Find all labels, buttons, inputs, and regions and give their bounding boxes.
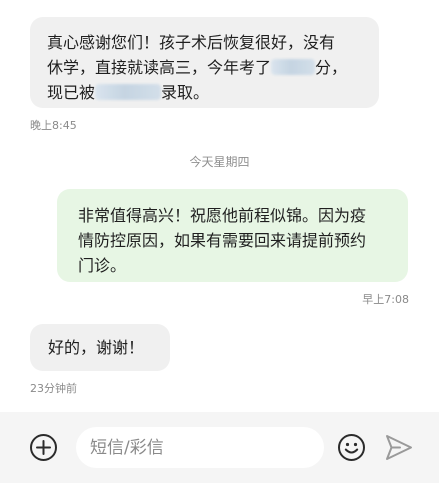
message-line: 非常值得高兴！祝愿他前程似锦。因为疫 — [78, 206, 367, 225]
redacted-school-blur — [95, 84, 162, 100]
date-separator: 今天星期四 — [189, 155, 250, 169]
message-text: 现已被 — [47, 83, 96, 102]
message-composer — [0, 412, 439, 483]
send-arrow-icon[interactable] — [384, 433, 414, 462]
received-message-bubble[interactable]: 真心感谢您们！孩子术后恢复很好，没有 休学，直接就读高三，今年考了 分， 现已被 录… — [30, 17, 379, 108]
message-thread: 真心感谢您们！孩子术后恢复很好，没有 休学，直接就读高三，今年考了 分， 现已被 录… — [0, 0, 439, 412]
message-text: 好的，谢谢！ — [48, 338, 145, 357]
message-text: 分， — [315, 58, 348, 77]
received-message-bubble[interactable]: 好的，谢谢！ — [30, 324, 170, 371]
message-line: 门诊。 — [78, 256, 127, 275]
message-text: 录取。 — [161, 83, 210, 102]
message-line: 情防控原因，如果有需要回来请提前预约 — [78, 231, 367, 250]
smiley-icon[interactable] — [337, 433, 366, 462]
redacted-score-blur — [271, 59, 316, 75]
message-timestamp: 晚上8:45 — [30, 119, 77, 132]
message-line: 真心感谢您们！孩子术后恢复很好，没有 — [47, 33, 336, 52]
message-line: 现已被 录取。 — [47, 80, 379, 105]
message-timestamp: 23分钟前 — [30, 382, 77, 395]
message-text: 休学，直接就读高三，今年考了 — [47, 58, 272, 77]
message-line: 休学，直接就读高三，今年考了 分， — [47, 55, 379, 80]
plus-circle-icon[interactable] — [29, 433, 58, 462]
message-timestamp: 早上7:08 — [362, 293, 409, 306]
sms-input[interactable] — [76, 427, 324, 468]
sent-message-bubble[interactable]: 非常值得高兴！祝愿他前程似锦。因为疫 情防控原因，如果有需要回来请提前预约 门诊… — [57, 189, 408, 282]
